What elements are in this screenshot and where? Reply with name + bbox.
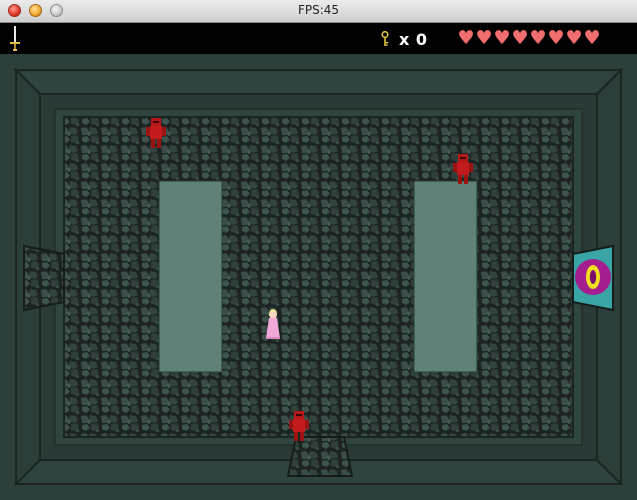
window-title: FPS:45 (297, 3, 340, 17)
left-pillar (158, 180, 223, 373)
sword-icon (10, 26, 20, 51)
heart-icon: ♥ (529, 27, 547, 49)
magic-eye-portal[interactable] (572, 244, 614, 312)
heart-icon: ♥ (547, 27, 565, 49)
heart-icon: ♥ (493, 27, 511, 49)
heart-icon: ♥ (565, 27, 583, 49)
cobblestone-floor (63, 116, 574, 438)
game-viewport[interactable] (0, 54, 637, 500)
west-door[interactable] (23, 244, 65, 312)
right-pillar (413, 180, 478, 373)
key-count: x 0 (399, 30, 428, 49)
health-hearts: ♥ ♥ ♥ ♥ ♥ ♥ ♥ ♥ (457, 28, 601, 48)
north-wall (13, 69, 624, 95)
key-icon (381, 31, 389, 46)
heart-icon: ♥ (475, 27, 493, 49)
heart-icon: ♥ (583, 27, 601, 49)
window-title-bar: FPS:45 (0, 0, 637, 23)
hud-bar: x 0 ♥ ♥ ♥ ♥ ♥ ♥ ♥ ♥ (0, 23, 637, 54)
heart-icon: ♥ (457, 27, 475, 49)
south-door[interactable] (286, 436, 354, 477)
heart-icon: ♥ (511, 27, 529, 49)
